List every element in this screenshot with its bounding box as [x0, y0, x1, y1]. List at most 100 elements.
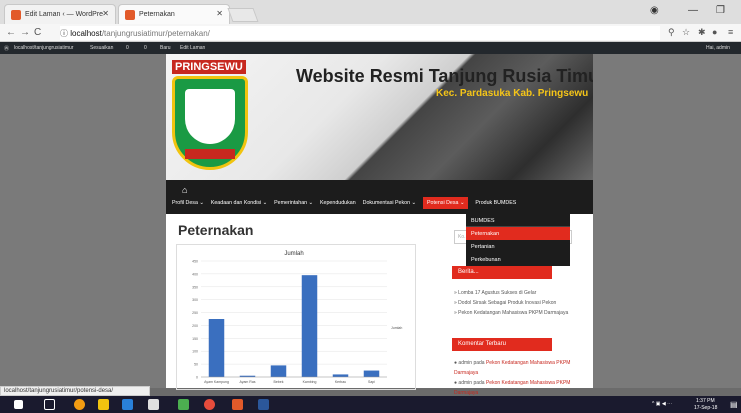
- clock-date: 17-Sep-18: [694, 405, 718, 411]
- nav-item-profil-desa[interactable]: Profil Desa ⌄: [172, 200, 204, 209]
- y-tick-label: 450: [192, 260, 198, 264]
- new-tab-button[interactable]: [227, 8, 259, 22]
- tab-peternakan[interactable]: Peternakan ✕: [118, 4, 230, 24]
- y-tick-label: 400: [192, 272, 198, 276]
- account-icon[interactable]: ◉: [650, 5, 659, 16]
- admin-user-link[interactable]: Hai, admin: [706, 45, 730, 51]
- nav-item-keadaan[interactable]: Keadaan dan Kondisi ⌄: [211, 200, 267, 209]
- url-path: /tanjungrusiatimur/peternakan/: [101, 29, 210, 38]
- recent-post-link[interactable]: » Dodol Sirsak Sebagai Produk Inovasi Pe…: [454, 298, 568, 308]
- x-tick-label: Bebek: [274, 380, 284, 384]
- dropdown-item-peternakan[interactable]: Peternakan: [466, 227, 570, 240]
- bar: [270, 365, 287, 377]
- menu-icon[interactable]: ≡: [728, 27, 733, 37]
- recent-post-link[interactable]: » Pekon Kedatangan Mahasiswa PKPM Darmaj…: [454, 308, 568, 318]
- recent-posts-heading: Berita...: [452, 266, 552, 279]
- tab-title: Edit Laman ‹ — WordPre: [25, 11, 104, 18]
- bar: [208, 319, 225, 377]
- y-tick-label: 250: [192, 311, 198, 315]
- info-icon: ⓘ: [60, 29, 71, 38]
- windows-taskbar: ^ ▣ ◀ ⋯ 1:37 PM 17-Sep-18 ▤: [0, 396, 741, 413]
- url-host: localhost: [70, 29, 102, 38]
- task-view-icon[interactable]: [44, 399, 55, 410]
- y-tick-label: 100: [192, 350, 198, 354]
- y-tick-label: 150: [192, 337, 198, 341]
- link-status-bar: localhost/tanjungrusiatimur/potensi-desa…: [0, 386, 150, 396]
- customize-link[interactable]: Sesuaikan: [90, 45, 113, 51]
- x-tick-label: Kambing: [303, 380, 317, 384]
- brand-label: PRINGSEWU: [172, 60, 246, 74]
- admin-site-link[interactable]: localhost/tanjungrusiatimur: [14, 45, 73, 51]
- app-icon[interactable]: [178, 399, 189, 410]
- chart-title: Jumlah: [284, 251, 303, 257]
- system-tray-icons[interactable]: ^ ▣ ◀ ⋯: [652, 401, 672, 407]
- nav-item-potensi-desa[interactable]: Potensi Desa ⌄: [422, 197, 469, 209]
- wordpress-logo-icon[interactable]: Ⓦ: [4, 45, 9, 52]
- back-arrow-icon[interactable]: ←: [6, 27, 16, 38]
- dropdown-item-pertanian[interactable]: Pertanian: [466, 240, 570, 253]
- comment-item: ● admin pada Pekon Kedatangan Mahasiswa …: [454, 380, 571, 396]
- pringsewu-emblem-logo[interactable]: [172, 76, 248, 170]
- clock-time: 1:37 PM: [696, 398, 715, 404]
- nav-item-produk-bumdes[interactable]: Produk BUMDES: [475, 200, 516, 209]
- tab-edit-laman[interactable]: Edit Laman ‹ — WordPre ✕: [4, 4, 116, 24]
- reload-icon[interactable]: C: [34, 27, 41, 38]
- nav-menu: Profil Desa ⌄ Keadaan dan Kondisi ⌄ Peme…: [172, 197, 516, 209]
- nav-item-pemerintahan[interactable]: Pemerintahan ⌄: [274, 200, 313, 209]
- chart-svg: Jumlah 0 50 100 150 200 250 300 350 400 450 Ayam Ka…: [192, 251, 402, 384]
- close-tab-icon[interactable]: ✕: [216, 9, 223, 18]
- site-favicon-icon: [125, 10, 135, 20]
- x-tick-label: Kerbau: [335, 380, 346, 384]
- extension-icon-2[interactable]: ●: [712, 27, 717, 37]
- notifications-icon[interactable]: ▤: [730, 400, 738, 409]
- recent-comments-list: ● admin pada Pekon Kedatangan Mahasiswa …: [454, 358, 593, 398]
- updates-count[interactable]: 0: [126, 45, 129, 51]
- extension-icon[interactable]: ✱: [698, 27, 706, 38]
- y-tick-label: 200: [192, 324, 198, 328]
- store-icon[interactable]: [148, 399, 159, 410]
- new-content-link[interactable]: Baru: [160, 45, 171, 51]
- potensi-desa-dropdown: BUMDES Peternakan Pertanian Perkebunan: [466, 214, 570, 266]
- recent-posts-list: » Lomba 17 Agustus Sukses di Gelar » Dod…: [454, 288, 568, 318]
- dropdown-item-bumdes[interactable]: BUMDES: [466, 214, 570, 227]
- maximize-button[interactable]: ❐: [716, 5, 725, 16]
- x-tick-label: Ayam Kampung: [204, 380, 229, 384]
- site-title[interactable]: Website Resmi Tanjung Rusia Timur: [296, 66, 593, 87]
- close-tab-icon[interactable]: ✕: [102, 9, 109, 18]
- url-input[interactable]: ⓘ localhost/tanjungrusiatimur/peternakan…: [60, 26, 660, 40]
- comment-post-link[interactable]: Pekon Kedatangan Mahasiswa PKPM Darmajay…: [454, 360, 570, 376]
- page-title: Peternakan: [178, 222, 254, 238]
- nav-item-kependudukan[interactable]: Kependudukan: [320, 200, 356, 209]
- file-explorer-icon[interactable]: [98, 399, 109, 410]
- comment-post-link[interactable]: Pekon Kedatangan Mahasiswa PKPM Darmajay…: [454, 380, 570, 396]
- dropdown-item-perkebunan[interactable]: Perkebunan: [466, 253, 570, 266]
- x-tick-label: Sapi: [368, 380, 375, 384]
- chrome-icon[interactable]: [204, 399, 215, 410]
- legend-label: Jumlah: [391, 326, 402, 330]
- minimize-button[interactable]: —: [688, 5, 698, 16]
- y-tick-label: 350: [192, 285, 198, 289]
- comment-item: ● admin pada Pekon Kedatangan Mahasiswa …: [454, 360, 571, 376]
- zoom-icon[interactable]: ⚲: [668, 27, 675, 38]
- home-icon[interactable]: ⌂: [182, 185, 187, 195]
- firefox-icon[interactable]: [74, 399, 85, 410]
- bar: [301, 275, 318, 377]
- nav-item-dokumentasi[interactable]: Dokumentasi Pekon ⌄: [363, 200, 416, 209]
- y-tick-label: 300: [192, 298, 198, 302]
- bookmark-star-icon[interactable]: ☆: [682, 27, 690, 38]
- main-navigation: ⌂ Profil Desa ⌄ Keadaan dan Kondisi ⌄ Pe…: [166, 180, 593, 214]
- edit-page-link[interactable]: Edit Laman: [180, 45, 205, 51]
- y-tick-label: 50: [194, 363, 198, 367]
- windows-start-icon[interactable]: [14, 400, 23, 409]
- site-header: PRINGSEWU Website Resmi Tanjung Rusia Ti…: [166, 54, 593, 180]
- xampp-icon[interactable]: [232, 399, 243, 410]
- bar: [332, 374, 349, 377]
- tab-title: Peternakan: [139, 11, 175, 18]
- comments-count[interactable]: 0: [144, 45, 147, 51]
- edge-icon[interactable]: [122, 399, 133, 410]
- recent-post-link[interactable]: » Lomba 17 Agustus Sukses di Gelar: [454, 288, 568, 298]
- site-subtitle: Kec. Pardasuka Kab. Pringsewu: [436, 88, 589, 99]
- forward-arrow-icon[interactable]: →: [20, 27, 30, 38]
- x-tick-label: Ayam Ras: [239, 380, 255, 384]
- word-icon[interactable]: [258, 399, 269, 410]
